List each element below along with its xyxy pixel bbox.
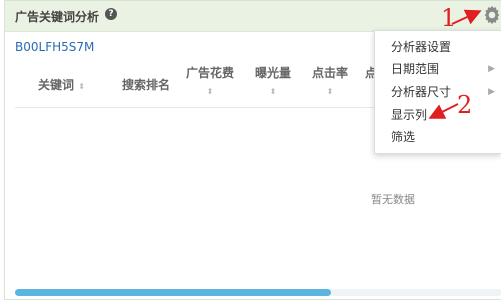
annotation-arrows [428, 9, 482, 119]
annotation-number-1: 1 [441, 4, 457, 32]
annotation-number-2: 2 [457, 91, 473, 119]
annotation-arrow-2 [428, 103, 459, 119]
